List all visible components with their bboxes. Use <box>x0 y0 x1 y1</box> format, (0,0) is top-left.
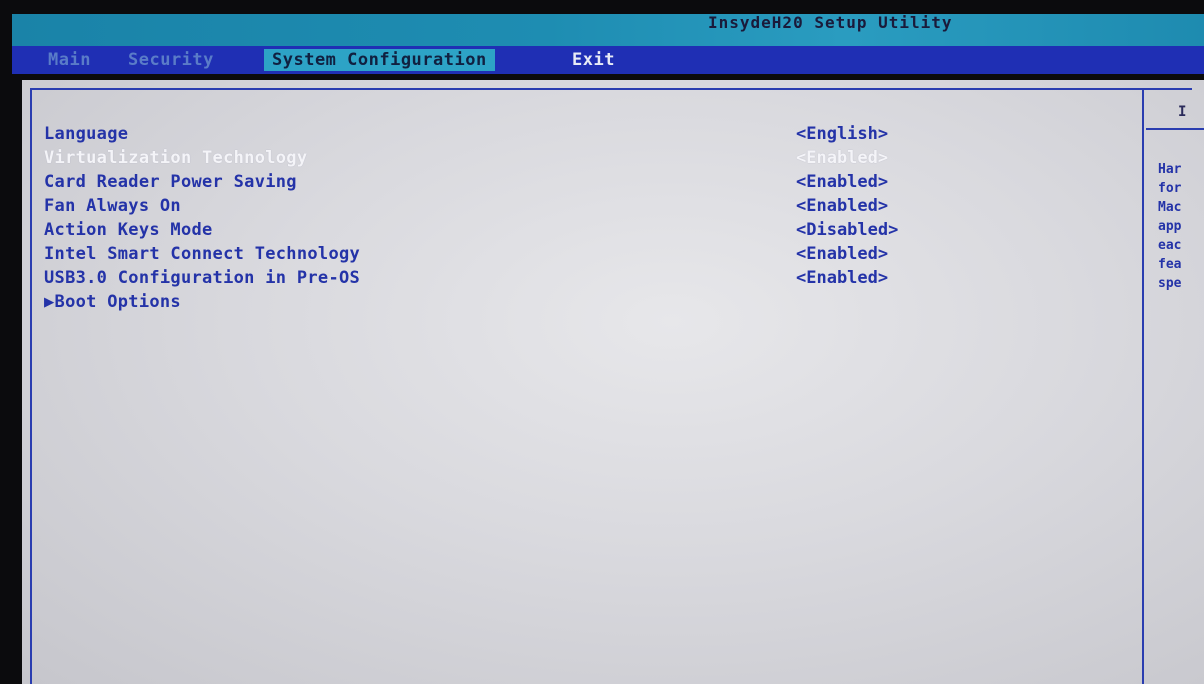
setting-label: Intel Smart Connect Technology <box>44 244 361 264</box>
setting-row-boot-options[interactable]: ▶Boot Options <box>44 292 1124 316</box>
setting-value[interactable]: <Enabled> <box>796 244 888 264</box>
help-line: app <box>1158 219 1182 234</box>
app-title: InsydeH20 Setup Utility <box>708 13 953 32</box>
setting-row-intel-smart-connect[interactable]: Intel Smart Connect Technology <Enabled> <box>44 244 1124 268</box>
setting-label: Action Keys Mode <box>44 220 213 240</box>
tab-system-configuration[interactable]: System Configuration <box>264 49 495 71</box>
setting-value[interactable]: <Enabled> <box>796 172 888 192</box>
setting-value[interactable]: <Enabled> <box>796 268 888 288</box>
setting-label: USB3.0 Configuration in Pre-OS <box>44 268 361 288</box>
help-line: fea <box>1158 257 1182 272</box>
setting-label: Card Reader Power Saving <box>44 172 297 192</box>
setting-label: Language <box>44 124 129 144</box>
setting-row-virtualization[interactable]: Virtualization Technology <Enabled> <box>44 148 1124 172</box>
setting-row-action-keys[interactable]: Action Keys Mode <Disabled> <box>44 220 1124 244</box>
help-line: Har <box>1158 162 1182 177</box>
help-line: for <box>1158 181 1182 196</box>
bios-screen: InsydeH20 Setup Utility Main Security Sy… <box>0 0 1204 684</box>
help-line: eac <box>1158 238 1182 253</box>
setting-value[interactable]: <Disabled> <box>796 220 898 240</box>
setting-row-card-reader[interactable]: Card Reader Power Saving <Enabled> <box>44 172 1124 196</box>
help-header-text: I <box>1178 104 1187 120</box>
title-bar <box>12 14 1204 46</box>
help-line: spe <box>1158 276 1182 291</box>
setting-value[interactable]: <English> <box>796 124 888 144</box>
setting-value[interactable]: <Enabled> <box>796 196 888 216</box>
setting-label: Fan Always On <box>44 196 181 216</box>
setting-row-fan-always-on[interactable]: Fan Always On <Enabled> <box>44 196 1124 220</box>
setting-row-usb3-config[interactable]: USB3.0 Configuration in Pre-OS <Enabled> <box>44 268 1124 292</box>
tab-exit[interactable]: Exit <box>562 49 619 71</box>
help-text: Har for Mac app eac fea spe <box>1158 160 1181 293</box>
setting-row-language[interactable]: Language <English> <box>44 124 1124 148</box>
help-divider <box>1142 88 1144 684</box>
setting-label: Virtualization Technology <box>44 148 308 168</box>
setting-value[interactable]: <Enabled> <box>796 148 888 168</box>
submenu-link-boot-options[interactable]: ▶Boot Options <box>44 292 181 312</box>
help-header: I <box>1146 90 1204 130</box>
tab-main[interactable]: Main <box>44 49 95 71</box>
menu-bar: Main Security System Configuration Exit <box>12 46 1204 74</box>
tab-security[interactable]: Security <box>124 49 218 71</box>
help-line: Mac <box>1158 200 1182 215</box>
